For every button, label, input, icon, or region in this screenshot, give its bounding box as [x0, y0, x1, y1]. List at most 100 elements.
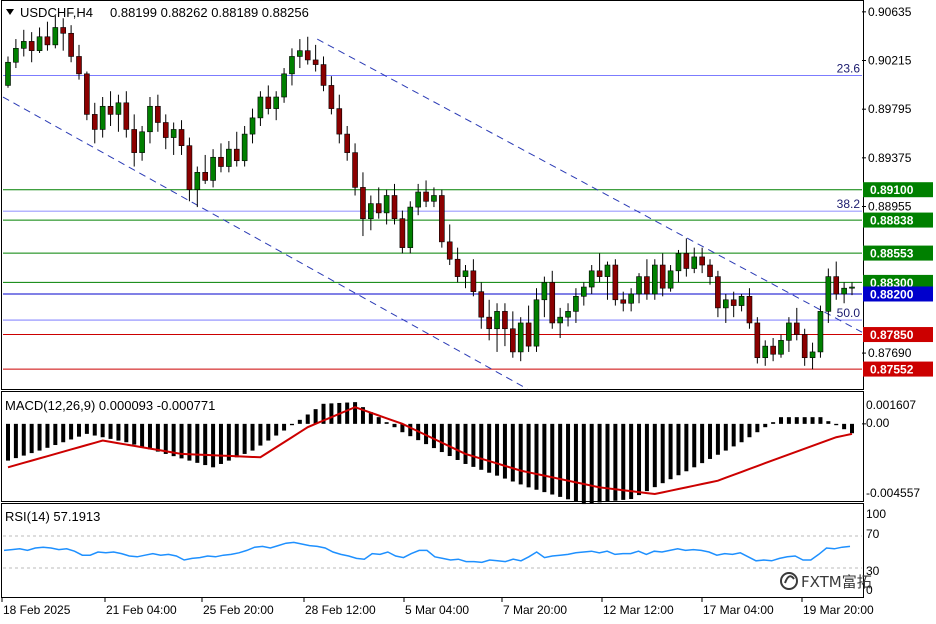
time-label: 18 Feb 2025	[3, 603, 71, 617]
candle-body	[257, 96, 264, 119]
macd-bar	[69, 423, 74, 440]
macd-bar	[108, 423, 113, 439]
candle-body	[178, 129, 185, 146]
candle-body	[281, 73, 287, 98]
macd-bar	[345, 402, 350, 424]
candle-body	[20, 41, 27, 49]
price-tick-label: 0.90215	[868, 54, 912, 68]
candle-body	[581, 286, 587, 297]
candle-body	[762, 345, 769, 359]
level-tag-label: 0.89100	[870, 183, 914, 197]
candle-body	[565, 311, 571, 318]
candle-body	[336, 108, 343, 135]
macd-bar	[250, 423, 255, 451]
time-label: 17 Mar 04:00	[703, 603, 774, 617]
macd-bar	[384, 422, 389, 424]
macd-bar	[700, 423, 705, 464]
candle-body	[541, 282, 548, 301]
candle-body	[549, 282, 556, 324]
time-label: 7 Mar 20:00	[503, 603, 567, 617]
macd-bar	[463, 423, 468, 464]
macd-bar	[100, 423, 105, 438]
candle-body	[439, 195, 445, 243]
candle-body	[636, 276, 642, 295]
candle-body	[849, 286, 855, 289]
candle-body	[297, 50, 303, 57]
candle-body	[194, 172, 201, 191]
candle-body	[754, 322, 761, 359]
candle-body	[462, 270, 469, 277]
candle-body	[328, 85, 335, 109]
macd-bar	[684, 423, 689, 472]
candle-body	[226, 148, 232, 167]
candle-body	[573, 296, 579, 312]
candle-body	[360, 187, 366, 219]
candle-body	[139, 131, 145, 153]
macd-bar	[526, 423, 531, 488]
candle-body	[44, 36, 51, 46]
candle-body	[778, 340, 784, 355]
candle-body	[612, 264, 619, 301]
macd-bar	[550, 423, 555, 495]
price-tick-label: 0.89375	[868, 151, 912, 165]
candle-body	[525, 322, 532, 347]
candle-body	[423, 191, 429, 202]
candle-body	[502, 311, 508, 330]
macd-bar	[297, 419, 302, 424]
macd-bar	[605, 423, 610, 502]
candle-body	[730, 299, 737, 306]
level-tag-label: 0.87850	[870, 328, 914, 342]
macd-bar	[53, 423, 58, 446]
macd-bar	[731, 423, 736, 447]
candle-body	[147, 105, 153, 133]
candle-body	[273, 96, 279, 109]
macd-bar	[676, 423, 681, 476]
candle-body	[162, 122, 169, 138]
candle-body	[68, 32, 74, 57]
macd-title: MACD(12,26,9) 0.000093 -0.000771	[5, 398, 215, 413]
time-label: 28 Feb 12:00	[305, 603, 376, 617]
candle-body	[265, 96, 272, 109]
macd-bar	[455, 423, 460, 460]
fib-label: 23.6	[837, 62, 861, 76]
candle-body	[5, 61, 11, 86]
candle-body	[644, 276, 650, 295]
macd-bar	[37, 423, 42, 451]
candle-body	[84, 73, 90, 115]
candle-body	[218, 156, 224, 167]
macd-bar	[566, 423, 571, 500]
candle-body	[115, 102, 122, 115]
candle-body	[793, 322, 800, 335]
candle-body	[91, 114, 98, 130]
candle-body	[210, 156, 216, 181]
macd-bar	[534, 423, 539, 490]
macd-bar	[305, 414, 310, 424]
candle-body	[722, 299, 729, 309]
candle-body	[131, 129, 138, 153]
candle-body	[289, 56, 295, 75]
macd-bar	[581, 423, 586, 505]
rsi-title: RSI(14) 57.1913	[5, 509, 100, 524]
candle-body	[596, 270, 603, 277]
macd-bar	[786, 417, 791, 424]
macd-bar	[155, 423, 160, 452]
macd-bar	[408, 423, 413, 437]
macd-bar	[487, 423, 492, 473]
candle-body	[628, 293, 634, 304]
macd-axis-zero: 0.00	[866, 416, 890, 430]
macd-bar	[621, 423, 626, 500]
macd-bar	[723, 423, 728, 451]
candle-body	[486, 316, 492, 330]
macd-bar	[834, 423, 839, 426]
candle-body	[833, 276, 840, 295]
candle-body	[667, 270, 674, 289]
price-tick-label: 0.90635	[868, 5, 912, 19]
candle-body	[170, 129, 177, 138]
macd-bar	[850, 423, 854, 434]
time-label: 25 Feb 20:00	[203, 603, 274, 617]
macd-bar	[660, 423, 665, 484]
candle-body	[233, 148, 240, 162]
macd-bar	[471, 423, 476, 467]
macd-bar	[818, 417, 823, 424]
macd-bar	[116, 423, 121, 441]
